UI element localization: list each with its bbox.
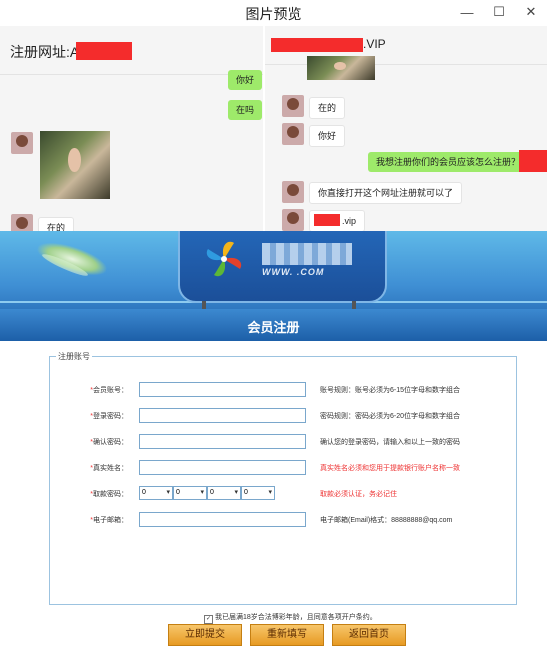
chat-message-received: 在的 [309, 97, 346, 119]
age-agreement[interactable]: ✓ 我已届满18岁合法博彩年龄，且同意各项开户条约。 [204, 612, 377, 624]
field-label: *取款密码： [90, 491, 128, 498]
agree-checkbox[interactable]: ✓ [204, 615, 213, 624]
chat-message-received: .vip [309, 210, 366, 231]
pinwheel-logo-icon [206, 241, 242, 277]
chat-message-sent: 在吗 [228, 100, 263, 120]
chat-image[interactable] [307, 56, 375, 80]
maximize-icon[interactable]: ☐ [488, 2, 510, 22]
pin-select-1[interactable]: 0 [139, 486, 173, 500]
logo-text-blurred [262, 243, 352, 265]
registration-page: WWW. .COM 会员注册 注册账号 *会员账号： 账号规则：账号必须为6-1… [0, 231, 547, 662]
redaction-mark [314, 214, 340, 226]
password-input[interactable] [139, 408, 306, 423]
chat-title-right: .VIP [363, 37, 386, 51]
avatar [282, 95, 304, 117]
field-hint: 账号规则：账号必须为6-15位字母和数字组合 [320, 387, 461, 394]
chat-message-received: 在的 [38, 217, 75, 231]
field-hint: 真实姓名必须和您用于提款银行账户名称一致 [320, 465, 460, 472]
banner-pillar [352, 301, 356, 309]
section-header: 会员注册 [0, 309, 547, 341]
reset-button[interactable]: 重新填写 [250, 624, 324, 646]
site-banner: WWW. .COM [0, 231, 547, 309]
form-row-confirm-password: *确认密码： 确认您的登录密码，请输入和以上一致的密码 [50, 434, 516, 450]
field-label: *会员账号： [90, 387, 128, 394]
chat-image[interactable] [40, 131, 110, 199]
pin-select-4[interactable]: 0 [241, 486, 275, 500]
chat-panel-right: .VIP 在的 你好 我想注册你们的会员应该怎么注册？ 你直接打开这个网址注册就… [265, 26, 547, 231]
field-label: *电子邮箱： [90, 517, 128, 524]
chat-header-left: 注册网址:AG [0, 26, 263, 75]
redaction-mark [519, 150, 547, 172]
avatar [282, 209, 304, 231]
home-button[interactable]: 返回首页 [332, 624, 406, 646]
logo-panel[interactable]: WWW. .COM [178, 231, 387, 303]
pin-select-3[interactable]: 0 [207, 486, 241, 500]
avatar [11, 132, 33, 154]
agree-text: 我已届满18岁合法博彩年龄，且同意各项开户条约。 [215, 614, 377, 621]
avatar [282, 181, 304, 203]
field-label: *登录密码： [90, 413, 128, 420]
chat-message-sent: 我想注册你们的会员应该怎么注册？ [368, 152, 529, 172]
field-label: *确认密码： [90, 439, 128, 446]
chat-message-received: 你直接打开这个网址注册就可以了 [309, 182, 463, 204]
field-label: *真实姓名： [90, 465, 128, 472]
window-titlebar: 图片预览 — ☐ ✕ [0, 0, 547, 26]
email-input[interactable] [139, 512, 306, 527]
field-hint: 确认您的登录密码，请输入和以上一致的密码 [320, 439, 460, 446]
pin-select-2[interactable]: 0 [173, 486, 207, 500]
account-fieldset: 注册账号 *会员账号： 账号规则：账号必须为6-15位字母和数字组合 *登录密码… [49, 351, 517, 605]
chat-message-text: .vip [342, 216, 357, 226]
form-row-email: *电子邮箱： 电子邮箱(Email)格式：88888888@qq.com [50, 512, 516, 528]
fieldset-legend: 注册账号 [58, 352, 90, 361]
confirm-password-input[interactable] [139, 434, 306, 449]
username-input[interactable] [139, 382, 306, 397]
close-icon[interactable]: ✕ [520, 2, 542, 22]
submit-button[interactable]: 立即提交 [168, 624, 242, 646]
avatar [282, 123, 304, 145]
form-row-real-name: *真实姓名： 真实姓名必须和您用于提款银行账户名称一致 [50, 460, 516, 476]
avatar [11, 214, 33, 231]
redaction-mark [271, 38, 363, 52]
minimize-icon[interactable]: — [456, 2, 478, 22]
banner-pillar [202, 301, 206, 309]
field-hint: 电子邮箱(Email)格式：88888888@qq.com [320, 517, 453, 524]
section-title: 会员注册 [247, 320, 300, 335]
form-row-withdraw-pin: *取款密码： 0 0 0 0 取款必须认证，务必记住 [50, 486, 516, 502]
chat-panel-left: 注册网址:AG 你好 在吗 在的 [0, 26, 263, 231]
field-hint: 取款必须认证，务必记住 [320, 491, 397, 498]
real-name-input[interactable] [139, 460, 306, 475]
form-row-username: *会员账号： 账号规则：账号必须为6-15位字母和数字组合 [50, 382, 516, 398]
form-row-password: *登录密码： 密码规则：密码必须为6-20位字母和数字组合 [50, 408, 516, 424]
registration-form: 注册账号 *会员账号： 账号规则：账号必须为6-15位字母和数字组合 *登录密码… [18, 341, 529, 662]
logo-url-text: WWW. .COM [262, 267, 325, 277]
chat-message-sent: 你好 [228, 70, 263, 90]
redaction-mark [76, 42, 132, 60]
chat-message-received: 你好 [309, 125, 346, 147]
field-hint: 密码规则：密码必须为6-20位字母和数字组合 [320, 413, 461, 420]
